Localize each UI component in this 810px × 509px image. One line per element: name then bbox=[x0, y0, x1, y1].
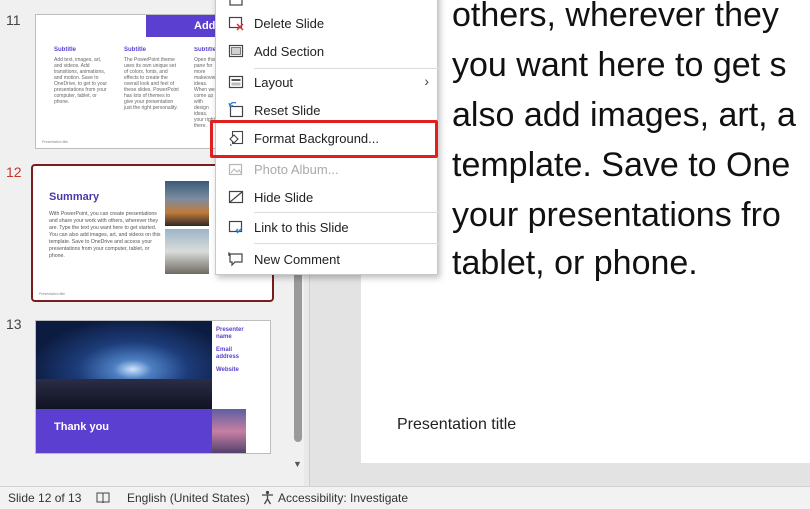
slide-text-line-3[interactable]: also add images, art, a bbox=[452, 96, 796, 135]
link-icon bbox=[228, 220, 243, 234]
menu-item-photo-album: Photo Album... bbox=[216, 157, 439, 183]
slide-13-sunset-image bbox=[212, 409, 246, 453]
hide-slide-label: Hide Slide bbox=[254, 190, 314, 205]
slide-11-column-1: Subtitle Add text, images, art, and vide… bbox=[54, 47, 108, 105]
menu-item-layout[interactable]: Layout › bbox=[216, 70, 439, 96]
slide-text-line-4[interactable]: template. Save to One bbox=[452, 146, 790, 185]
scroll-down-arrow-icon[interactable]: ▼ bbox=[293, 459, 302, 469]
accessibility-icon[interactable] bbox=[260, 490, 275, 505]
slide-13-thank-you: Thank you bbox=[54, 421, 110, 433]
slide-13-contact-info: Presenter name Email address Website bbox=[216, 327, 244, 373]
menu-item-hide-slide[interactable]: Hide Slide bbox=[216, 185, 439, 211]
hide-slide-icon bbox=[228, 190, 244, 204]
menu-item-add-section[interactable]: Add Section bbox=[216, 39, 439, 65]
slide-12-image-mountain bbox=[165, 229, 209, 274]
menu-separator bbox=[254, 212, 439, 213]
slide-11-column-2: Subtitle The PowerPoint theme uses its o… bbox=[124, 47, 179, 111]
slide-text-line-5[interactable]: your presentations fro bbox=[452, 196, 781, 235]
menu-separator bbox=[254, 68, 439, 69]
slide-11-footer: Presentation title bbox=[42, 140, 69, 144]
menu-item-link-to-slide[interactable]: Link to this Slide bbox=[216, 215, 439, 241]
new-comment-label: New Comment bbox=[254, 252, 340, 267]
reset-slide-label: Reset Slide bbox=[254, 103, 321, 118]
delete-slide-label: Delete Slide bbox=[254, 16, 325, 31]
notes-book-icon[interactable] bbox=[96, 491, 110, 505]
layout-icon bbox=[228, 75, 244, 89]
slide-12-body: With PowerPoint, you can create presenta… bbox=[49, 211, 161, 259]
presentation-title-footer[interactable]: Presentation title bbox=[397, 416, 516, 434]
slide-12-image-tent bbox=[165, 181, 209, 226]
comment-icon bbox=[228, 252, 243, 267]
slide-count-status[interactable]: Slide 12 of 13 bbox=[8, 491, 81, 505]
slide-thumbnail-13[interactable]: Thank you Presenter name Email address W… bbox=[35, 320, 271, 454]
status-bar: Slide 12 of 13 English (United States) A… bbox=[0, 486, 810, 509]
format-background-highlight-box bbox=[210, 120, 438, 158]
menu-item-delete-slide[interactable]: Delete Slide bbox=[216, 11, 439, 37]
menu-item-new-comment[interactable]: New Comment bbox=[216, 247, 439, 273]
slide-number-13: 13 bbox=[6, 316, 22, 332]
slide-number-11: 11 bbox=[6, 12, 21, 28]
slide-text-line-1[interactable]: others, wherever they bbox=[452, 0, 779, 35]
slide-12-footer: Presentation title bbox=[39, 292, 66, 296]
slide-text-line-6[interactable]: tablet, or phone. bbox=[452, 244, 698, 283]
add-section-label: Add Section bbox=[254, 44, 325, 59]
thumbnail-scrollbar-thumb[interactable] bbox=[294, 270, 302, 442]
delete-slide-icon bbox=[228, 16, 244, 31]
reset-slide-icon bbox=[228, 102, 244, 118]
slide-number-12: 12 bbox=[6, 164, 22, 180]
link-to-slide-label: Link to this Slide bbox=[254, 220, 349, 235]
photo-album-icon bbox=[228, 163, 243, 176]
menu-separator bbox=[254, 243, 439, 244]
add-section-icon bbox=[228, 44, 244, 58]
slide-11-column-3: Subtitle Open this pane for more makeove… bbox=[194, 47, 216, 129]
layout-label: Layout bbox=[254, 75, 294, 90]
language-status[interactable]: English (United States) bbox=[127, 491, 250, 505]
photo-album-label: Photo Album... bbox=[254, 162, 339, 177]
accessibility-status[interactable]: Accessibility: Investigate bbox=[278, 491, 408, 505]
slide-13-ground bbox=[36, 379, 212, 409]
slide-12-title: Summary bbox=[49, 191, 100, 203]
slide-text-line-2[interactable]: you want here to get s bbox=[452, 46, 787, 85]
chevron-right-icon: › bbox=[424, 73, 429, 89]
